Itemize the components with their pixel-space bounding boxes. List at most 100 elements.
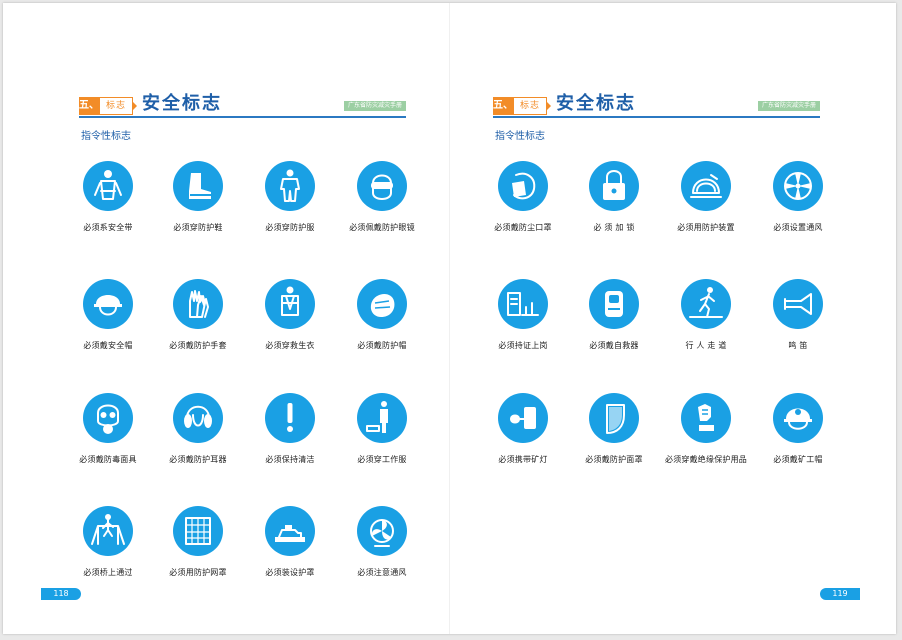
safety-helmet-icon: [83, 279, 133, 329]
bridge-crossing-icon: [83, 506, 133, 556]
goggles-icon: [357, 161, 407, 211]
sign-label: 必须系安全带: [83, 223, 133, 232]
sign-item: 必须穿救生衣: [245, 279, 335, 351]
page-right: 五、 标志 安全标志 广东省防灾减灾手册 指令性标志 必须戴防尘口罩 必 须 加 …: [449, 3, 895, 634]
sign-item: 必须佩戴防护眼镜: [337, 161, 427, 233]
sign-item: 必 须 加 锁: [569, 161, 659, 233]
sign-label: 行 人 走 道: [685, 341, 727, 350]
sign-item: 必须戴防尘口罩: [478, 161, 568, 233]
miner-helmet-icon: [773, 393, 823, 443]
dust-mask-icon: [498, 161, 548, 211]
sign-label: 必须戴矿工帽: [773, 455, 823, 464]
sign-item: 必须装设护罩: [245, 506, 335, 578]
sign-label: 必须用防护装置: [677, 223, 735, 232]
sign-label: 必须戴防护帽: [357, 341, 407, 350]
sign-item: 必须用防护装置: [661, 161, 751, 233]
self-rescuer-icon: [589, 279, 639, 329]
sign-item: 鸣 笛: [753, 279, 843, 351]
page-header: 五、 标志 安全标志 广东省防灾减灾手册: [493, 91, 820, 118]
chapter-tag: 标志: [99, 97, 137, 115]
sign-label: 必须戴防护手套: [169, 341, 227, 350]
sign-item: 必须戴防毒面具: [63, 393, 153, 465]
gas-mask-icon: [83, 393, 133, 443]
book-spread: 五、 标志 安全标志 广东省防灾减灾手册 指令性标志 必须系安全带 必须穿防护鞋必…: [3, 3, 896, 634]
sign-item: 必须戴自救器: [569, 279, 659, 351]
sign-label: 必须持证上岗: [498, 341, 548, 350]
brand-tag: 广东省防灾减灾手册: [343, 101, 406, 111]
sign-item: 必须设置通风: [753, 161, 843, 233]
protective-cap-icon: [357, 279, 407, 329]
protective-clothing-icon: [265, 161, 315, 211]
sign-label: 必须戴防尘口罩: [494, 223, 552, 232]
sign-label: 必须设置通风: [773, 223, 823, 232]
miner-lamp-icon: [498, 393, 548, 443]
sign-label: 必须戴防护面罩: [585, 455, 643, 464]
sign-label: 鸣 笛: [788, 341, 808, 350]
ear-protector-icon: [173, 393, 223, 443]
sign-label: 必须穿工作服: [357, 455, 407, 464]
section-subtitle: 指令性标志: [495, 131, 545, 142]
sign-label: 必须装设护罩: [265, 568, 315, 577]
sign-item: 必须戴安全帽: [63, 279, 153, 351]
insulation-gear-icon: [681, 393, 731, 443]
sign-item: 必须持证上岗: [478, 279, 568, 351]
protective-net-icon: [173, 506, 223, 556]
sign-item: 必须戴防护手套: [153, 279, 243, 351]
pedestrian-icon: [681, 279, 731, 329]
sign-label: 必 须 加 锁: [593, 223, 635, 232]
sign-item: 必须戴防护面罩: [569, 393, 659, 465]
sign-item: 必须穿防护服: [245, 161, 335, 233]
sign-label: 必须保持清洁: [265, 455, 315, 464]
horn-icon: [773, 279, 823, 329]
sign-label: 必须戴防毒面具: [79, 455, 137, 464]
sign-label: 必须穿戴绝缘保护用品: [665, 455, 747, 464]
sign-item: 必须保持清洁: [245, 393, 335, 465]
work-clothes-icon: [357, 393, 407, 443]
sign-label: 必须用防护网罩: [169, 568, 227, 577]
page-header: 五、 标志 安全标志 广东省防灾减灾手册: [79, 91, 406, 118]
page-title: 安全标志: [556, 93, 636, 114]
ventilation-fan-icon: [357, 506, 407, 556]
gloves-icon: [173, 279, 223, 329]
sign-label: 必须桥上通过: [83, 568, 133, 577]
sign-item: 必须戴矿工帽: [753, 393, 843, 465]
sign-item: 必须携带矿灯: [478, 393, 568, 465]
sign-label: 必须穿防护鞋: [173, 223, 223, 232]
life-jacket-icon: [265, 279, 315, 329]
sign-item: 必须穿防护鞋: [153, 161, 243, 233]
saw-guard-icon: [681, 161, 731, 211]
page-left: 五、 标志 安全标志 广东省防灾减灾手册 指令性标志 必须系安全带 必须穿防护鞋必…: [3, 3, 449, 634]
sign-label: 必须注意通风: [357, 568, 407, 577]
exclamation-icon: [265, 393, 315, 443]
protective-boots-icon: [173, 161, 223, 211]
face-shield-icon: [589, 393, 639, 443]
sign-label: 必须戴自救器: [589, 341, 639, 350]
sign-label: 必须穿救生衣: [265, 341, 315, 350]
sign-item: 必须穿戴绝缘保护用品: [661, 393, 751, 465]
sign-item: 必须系安全带: [63, 161, 153, 233]
sign-item: 必须用防护网罩: [153, 506, 243, 578]
page-title: 安全标志: [142, 93, 222, 114]
sign-label: 必须佩戴防护眼镜: [349, 223, 415, 232]
sign-label: 必须戴安全帽: [83, 341, 133, 350]
padlock-icon: [589, 161, 639, 211]
header-rule: [493, 116, 820, 118]
sign-item: 必须穿工作服: [337, 393, 427, 465]
sign-label: 必须携带矿灯: [498, 455, 548, 464]
chapter-number: 五、: [79, 97, 99, 115]
sign-label: 必须穿防护服: [265, 223, 315, 232]
page-number: 118: [41, 588, 81, 600]
certificate-icon: [498, 279, 548, 329]
sign-label: 必须戴防护耳器: [169, 455, 227, 464]
sign-item: 必须注意通风: [337, 506, 427, 578]
brand-tag: 广东省防灾减灾手册: [757, 101, 820, 111]
chapter-number: 五、: [493, 97, 513, 115]
chapter-tag: 标志: [513, 97, 551, 115]
safety-belt-icon: [83, 161, 133, 211]
machine-guard-icon: [265, 506, 315, 556]
header-rule: [79, 116, 406, 118]
fan-icon: [773, 161, 823, 211]
sign-item: 行 人 走 道: [661, 279, 751, 351]
sign-item: 必须戴防护帽: [337, 279, 427, 351]
page-number: 119: [820, 588, 860, 600]
